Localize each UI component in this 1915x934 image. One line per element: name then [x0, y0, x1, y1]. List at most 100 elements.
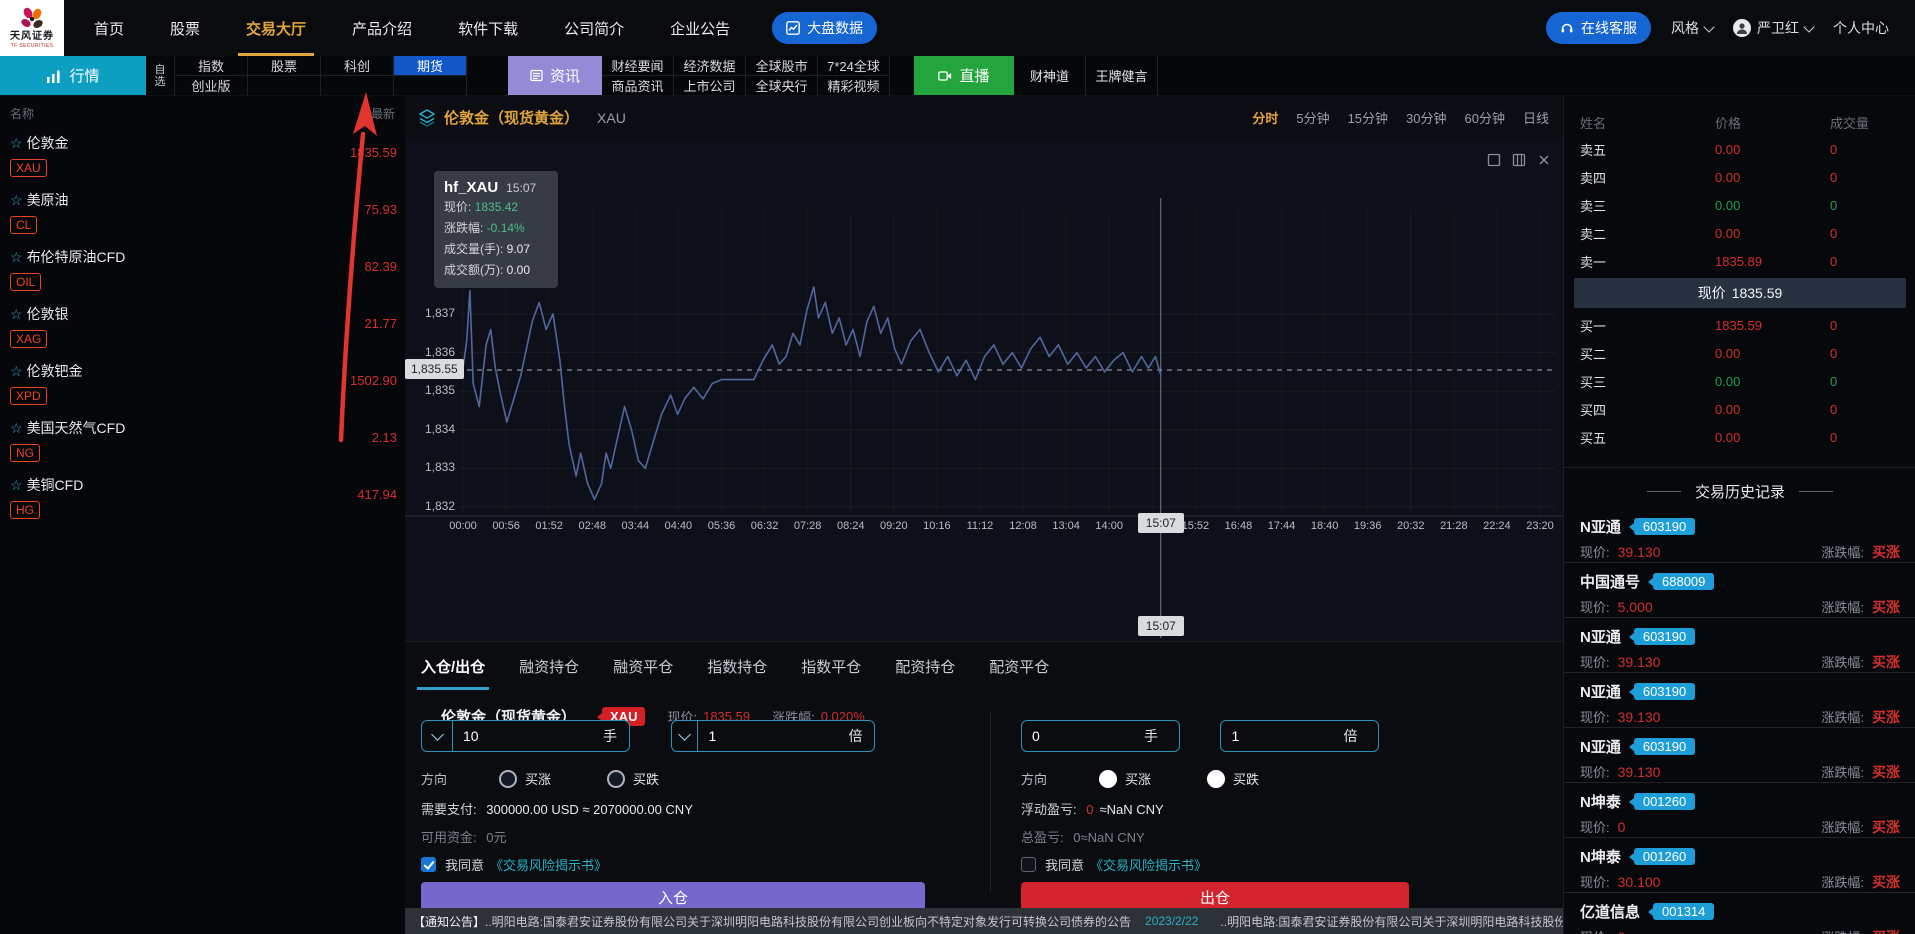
- quotes-tab[interactable]: 行情: [0, 56, 146, 95]
- nav-item-1[interactable]: 首页: [94, 0, 124, 56]
- extra-tab-2[interactable]: 王牌健言: [1086, 56, 1158, 95]
- subnav-tab-top-1[interactable]: 股票: [248, 56, 320, 76]
- panel-layout-icon[interactable]: [1512, 153, 1526, 167]
- open-buy-down-radio[interactable]: 买跌: [607, 769, 659, 788]
- fullscreen-icon[interactable]: [1487, 153, 1501, 167]
- style-selector[interactable]: 风格: [1671, 18, 1713, 38]
- trade-tab-6[interactable]: 配资持仓: [895, 656, 955, 677]
- nav-item-5[interactable]: 软件下载: [458, 0, 518, 56]
- star-icon[interactable]: ☆: [10, 306, 23, 322]
- close-buy-up-radio[interactable]: 买涨: [1099, 769, 1151, 788]
- watchlist-item[interactable]: ☆伦敦钯金XPD1502.90: [0, 352, 405, 409]
- star-icon[interactable]: ☆: [10, 192, 23, 208]
- history-change-value: 买涨: [1872, 764, 1900, 780]
- last-price: 2.13: [372, 430, 397, 445]
- watchlist-item[interactable]: ☆美铜CFDHG417.94: [0, 466, 405, 523]
- trade-tab-2[interactable]: 融资持仓: [519, 656, 579, 677]
- star-icon[interactable]: ☆: [10, 135, 23, 151]
- asks-row[interactable]: 卖二0.000: [1564, 219, 1915, 247]
- asks-row[interactable]: 卖五0.000: [1564, 135, 1915, 163]
- open-qty-dropdown[interactable]: [422, 721, 453, 751]
- bids-row[interactable]: 买三0.000: [1564, 367, 1915, 395]
- history-entry[interactable]: N亚通603190现价:39.130涨跌幅:买涨: [1564, 508, 1915, 563]
- nav-item-2[interactable]: 股票: [170, 0, 200, 56]
- news-tab[interactable]: 资讯: [508, 56, 602, 95]
- bids-row[interactable]: 买五0.000: [1564, 423, 1915, 451]
- trade-tab-4[interactable]: 指数持仓: [707, 656, 767, 677]
- total-pnl-value: 0≈NaN CNY: [1073, 830, 1144, 845]
- self-select-tab[interactable]: 自选: [146, 56, 175, 95]
- subnav-tab-top-2[interactable]: 科创: [321, 56, 393, 76]
- interval-tab-6[interactable]: 日线: [1523, 108, 1549, 127]
- user-menu[interactable]: 严卫红: [1733, 18, 1813, 38]
- trade-tab-3[interactable]: 融资平仓: [613, 656, 673, 677]
- subnav-tab-top-0[interactable]: 指数: [175, 56, 247, 76]
- history-entry[interactable]: N亚通603190现价:39.130涨跌幅:买涨: [1564, 673, 1915, 728]
- close-leverage-input[interactable]: [1221, 728, 1331, 744]
- interval-tab-5[interactable]: 60分钟: [1465, 108, 1505, 127]
- asks-row[interactable]: 卖一1835.890: [1564, 247, 1915, 275]
- close-buy-down-radio[interactable]: 买跌: [1207, 769, 1259, 788]
- watchlist-item[interactable]: ☆美原油CL75.93: [0, 181, 405, 238]
- star-icon[interactable]: ☆: [10, 249, 23, 265]
- asks-row[interactable]: 卖四0.000: [1564, 163, 1915, 191]
- bids-row[interactable]: 买四0.000: [1564, 395, 1915, 423]
- open-agree-checkbox[interactable]: [421, 857, 436, 872]
- trade-tab-1[interactable]: 入仓/出仓: [421, 656, 485, 677]
- interval-tab-3[interactable]: 15分钟: [1348, 108, 1388, 127]
- star-icon[interactable]: ☆: [10, 477, 23, 493]
- live-tab[interactable]: 直播: [914, 56, 1014, 95]
- risk-agreement-link[interactable]: 《交易风险揭示书》: [490, 855, 607, 874]
- brand-logo[interactable]: 天风证券 TF SECURITIES: [0, 0, 64, 56]
- nav-item-4[interactable]: 产品介绍: [352, 0, 412, 56]
- open-buy-up-radio[interactable]: 买涨: [499, 769, 551, 788]
- asks-row[interactable]: 卖三0.000: [1564, 191, 1915, 219]
- bids-row[interactable]: 买一1835.590: [1564, 311, 1915, 339]
- trade-tab-7[interactable]: 配资平仓: [989, 656, 1049, 677]
- history-entry[interactable]: N亚通603190现价:39.130涨跌幅:买涨: [1564, 618, 1915, 673]
- announcement-ticker[interactable]: 【通知公告】 ..明阳电路:国泰君安证券股份有限公司关于深圳明阳电路科技股份有限…: [405, 908, 1563, 934]
- news-tab-bottom-3[interactable]: 精彩视频: [818, 76, 889, 95]
- history-entry[interactable]: 亿道信息001314现价:0涨跌幅:买涨: [1564, 893, 1915, 934]
- price-chart[interactable]: [405, 140, 1563, 640]
- history-entry[interactable]: N亚通603190现价:39.130涨跌幅:买涨: [1564, 728, 1915, 783]
- trade-tab-5[interactable]: 指数平仓: [801, 656, 861, 677]
- close-qty-input[interactable]: [1022, 728, 1132, 744]
- history-entry[interactable]: N坤泰001260现价:0涨跌幅:买涨: [1564, 783, 1915, 838]
- watchlist-item[interactable]: ☆美国天然气CFDNG2.13: [0, 409, 405, 466]
- star-icon[interactable]: ☆: [10, 363, 23, 379]
- nav-item-7[interactable]: 企业公告: [670, 0, 730, 56]
- close-icon[interactable]: [1537, 153, 1551, 167]
- news-tab-top-0[interactable]: 财经要闻: [602, 56, 673, 76]
- online-service-button[interactable]: 在线客服: [1546, 12, 1651, 44]
- subnav-tab-top-3[interactable]: 期货: [394, 56, 466, 76]
- open-leverage-input[interactable]: [698, 728, 836, 744]
- interval-tab-4[interactable]: 30分钟: [1406, 108, 1446, 127]
- extra-tab-1[interactable]: 财神道: [1014, 56, 1086, 95]
- interval-tab-1[interactable]: 分时: [1252, 108, 1278, 127]
- market-data-button[interactable]: 大盘数据: [772, 12, 877, 44]
- bids-row[interactable]: 买二0.000: [1564, 339, 1915, 367]
- open-leverage-dropdown[interactable]: [672, 721, 698, 751]
- history-entry[interactable]: N坤泰001260现价:30.100涨跌幅:买涨: [1564, 838, 1915, 893]
- subnav-tab-bottom-0[interactable]: 创业版: [175, 76, 247, 95]
- news-tab-bottom-2[interactable]: 全球央行: [746, 76, 817, 95]
- news-tab-top-2[interactable]: 全球股市: [746, 56, 817, 76]
- avail-value: 0元: [486, 830, 506, 845]
- nav-item-3[interactable]: 交易大厅: [246, 0, 306, 56]
- risk-agreement-link[interactable]: 《交易风险揭示书》: [1090, 855, 1207, 874]
- interval-tab-2[interactable]: 5分钟: [1296, 108, 1329, 127]
- close-agree-checkbox[interactable]: [1021, 857, 1036, 872]
- open-qty-input[interactable]: [453, 728, 591, 744]
- watchlist-item[interactable]: ☆伦敦银XAG21.77: [0, 295, 405, 352]
- news-tab-top-1[interactable]: 经济数据: [674, 56, 745, 76]
- news-tab-bottom-1[interactable]: 上市公司: [674, 76, 745, 95]
- nav-item-6[interactable]: 公司简介: [564, 0, 624, 56]
- news-tab-top-3[interactable]: 7*24全球: [818, 56, 889, 76]
- history-entry[interactable]: 中国通号688009现价:5.000涨跌幅:买涨: [1564, 563, 1915, 618]
- news-tab-bottom-0[interactable]: 商品资讯: [602, 76, 673, 95]
- personal-center-link[interactable]: 个人中心: [1833, 18, 1889, 38]
- watchlist-item[interactable]: ☆布伦特原油CFDOIL82.39: [0, 238, 405, 295]
- star-icon[interactable]: ☆: [10, 420, 23, 436]
- watchlist-item[interactable]: ☆伦敦金XAU1835.59: [0, 124, 405, 181]
